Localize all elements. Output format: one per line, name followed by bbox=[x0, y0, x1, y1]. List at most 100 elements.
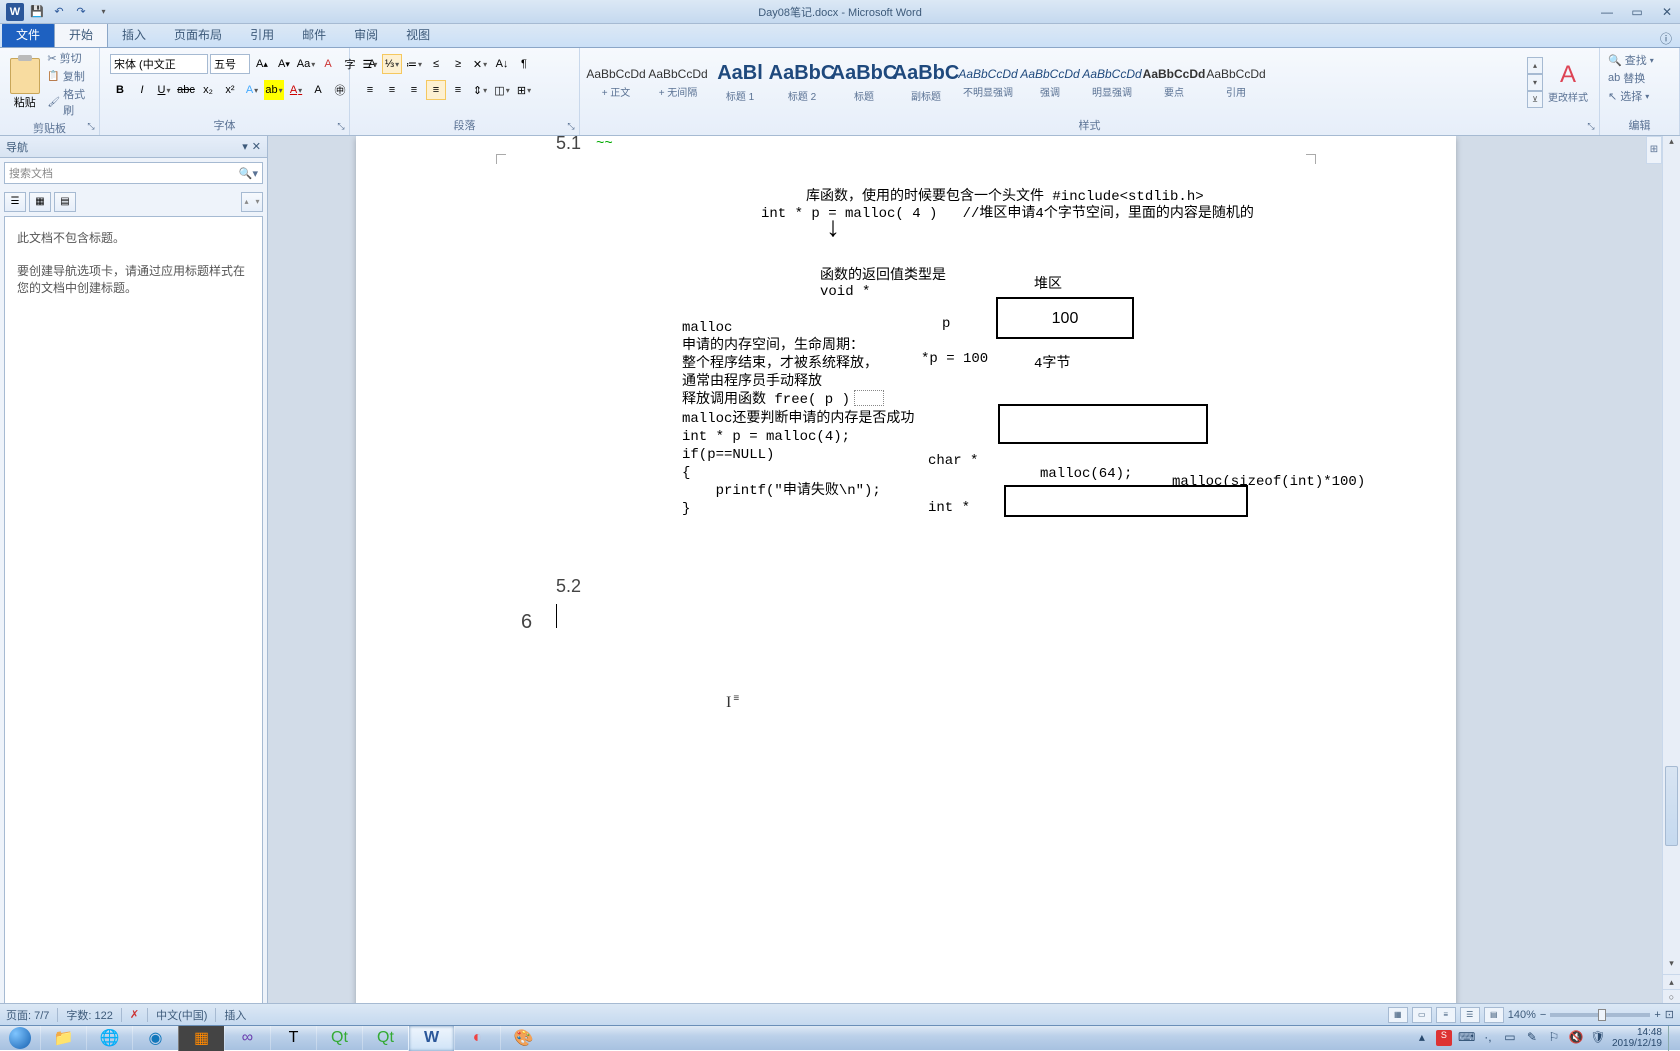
style-item[interactable]: AaBbCcDd引用 bbox=[1206, 56, 1266, 110]
bold-button[interactable]: B bbox=[110, 80, 130, 100]
align-center-button[interactable]: ≡ bbox=[382, 80, 402, 100]
italic-button[interactable]: I bbox=[132, 80, 152, 100]
shrink-font-button[interactable]: A▾ bbox=[274, 54, 294, 74]
asian-layout-button[interactable]: ✕ bbox=[470, 54, 490, 74]
maximize-button[interactable]: ▭ bbox=[1628, 5, 1646, 19]
bullets-button[interactable]: ☰ bbox=[360, 54, 380, 74]
taskbar-word[interactable]: W bbox=[408, 1026, 454, 1051]
ruler-toggle[interactable]: ⊞ bbox=[1646, 136, 1662, 164]
cut-button[interactable]: 剪切 bbox=[47, 50, 93, 66]
taskbar-qt1[interactable]: Qt bbox=[316, 1026, 362, 1051]
style-item[interactable]: AaBbCcDd强调 bbox=[1020, 56, 1080, 110]
style-item[interactable]: AaBbCcDd+ 正文 bbox=[586, 56, 646, 110]
font-launcher[interactable]: ⤡ bbox=[335, 121, 347, 133]
nav-search-input[interactable]: 搜索文档 🔍▾ bbox=[4, 162, 263, 184]
zoom-slider[interactable] bbox=[1550, 1013, 1650, 1017]
tab-home[interactable]: 开始 bbox=[54, 21, 108, 47]
character-shading-button[interactable]: A bbox=[308, 80, 328, 100]
fullscreen-reading-view[interactable]: ▭ bbox=[1412, 1007, 1432, 1023]
tray-volume-icon[interactable]: 🛡 bbox=[1590, 1030, 1606, 1046]
nav-prev[interactable]: ▴ bbox=[242, 193, 251, 211]
status-page[interactable]: 页面: 7/7 bbox=[6, 1007, 49, 1023]
nav-tab-results[interactable]: ▤ bbox=[54, 192, 76, 212]
nav-close-button[interactable]: ✕ bbox=[252, 140, 261, 153]
tab-view[interactable]: 视图 bbox=[392, 22, 444, 47]
zoom-level[interactable]: 140% bbox=[1508, 1009, 1536, 1021]
status-words[interactable]: 字数: 122 bbox=[66, 1007, 112, 1023]
distribute-button[interactable]: ≡ bbox=[448, 80, 468, 100]
nav-dropdown[interactable]: ▾ bbox=[242, 140, 248, 153]
line-spacing-button[interactable]: ⇕ bbox=[470, 80, 490, 100]
web-layout-view[interactable]: ≡ bbox=[1436, 1007, 1456, 1023]
font-size-select[interactable]: 五号 bbox=[210, 54, 250, 74]
style-item[interactable]: AaBbC副标题 bbox=[896, 56, 956, 110]
grow-font-button[interactable]: A▴ bbox=[252, 54, 272, 74]
shading-button[interactable]: ◫ bbox=[492, 80, 512, 100]
copy-button[interactable]: 复制 bbox=[47, 68, 93, 84]
styles-launcher[interactable]: ⤡ bbox=[1585, 121, 1597, 133]
style-item[interactable]: AaBbCcDd明显强调 bbox=[1082, 56, 1142, 110]
taskbar-chrome[interactable]: 🌐 bbox=[86, 1026, 132, 1051]
tab-mailings[interactable]: 邮件 bbox=[288, 22, 340, 47]
selection-handle[interactable] bbox=[854, 390, 884, 406]
taskbar-visualstudio[interactable]: ∞ bbox=[224, 1026, 270, 1051]
clipboard-launcher[interactable]: ⤡ bbox=[85, 121, 97, 133]
show-marks-button[interactable]: ¶ bbox=[514, 54, 534, 74]
start-button[interactable] bbox=[0, 1026, 40, 1051]
taskbar-explorer[interactable]: 📁 bbox=[40, 1026, 86, 1051]
clear-formatting-button[interactable]: A bbox=[318, 54, 338, 74]
nav-tab-headings[interactable]: ☰ bbox=[4, 192, 26, 212]
justify-button[interactable]: ≡ bbox=[426, 80, 446, 100]
format-painter-button[interactable]: 格式刷 bbox=[47, 86, 93, 118]
style-item[interactable]: AaBbC标题 bbox=[834, 56, 894, 110]
numbering-button[interactable]: ⅓ bbox=[382, 54, 402, 74]
sort-button[interactable]: A↓ bbox=[492, 54, 512, 74]
styles-scroll[interactable]: ▴▾⊻ bbox=[1527, 57, 1543, 108]
tab-page-layout[interactable]: 页面布局 bbox=[160, 22, 236, 47]
help-icon[interactable]: ⓘ bbox=[1660, 30, 1672, 47]
tray-flag-icon[interactable]: ⚐ bbox=[1546, 1030, 1562, 1046]
taskbar-app2[interactable]: ◐ bbox=[454, 1026, 500, 1051]
status-language[interactable]: 中文(中国) bbox=[156, 1007, 207, 1023]
subscript-button[interactable]: x₂ bbox=[198, 80, 218, 100]
find-button[interactable]: 🔍查找▾ bbox=[1608, 52, 1654, 68]
font-color-button[interactable]: A bbox=[286, 80, 306, 100]
select-button[interactable]: ↖选择▾ bbox=[1608, 88, 1649, 104]
style-item[interactable]: AaBl标题 1 bbox=[710, 56, 770, 110]
multilevel-list-button[interactable]: ≔ bbox=[404, 54, 424, 74]
redo-button[interactable]: ↷ bbox=[72, 3, 90, 21]
underline-button[interactable]: U bbox=[154, 80, 174, 100]
tab-file[interactable]: 文件 bbox=[2, 22, 54, 47]
browse-object-button[interactable]: ○ bbox=[1663, 989, 1680, 1004]
strikethrough-button[interactable]: abc bbox=[176, 80, 196, 100]
tray-ime-icon[interactable]: S bbox=[1436, 1030, 1452, 1046]
outline-view[interactable]: ☰ bbox=[1460, 1007, 1480, 1023]
status-insert-mode[interactable]: 插入 bbox=[224, 1007, 246, 1023]
font-family-select[interactable]: 宋体 (中文正 bbox=[110, 54, 208, 74]
enclose-characters-button[interactable]: ㊥ bbox=[330, 80, 350, 100]
qat-customize[interactable] bbox=[94, 3, 112, 21]
draft-view[interactable]: ▤ bbox=[1484, 1007, 1504, 1023]
tray-punct-icon[interactable]: ·, bbox=[1480, 1030, 1496, 1046]
change-styles-button[interactable]: A 更改样式 bbox=[1543, 61, 1593, 104]
superscript-button[interactable]: x² bbox=[220, 80, 240, 100]
style-item[interactable]: AaBbCcDd不明显强调 bbox=[958, 56, 1018, 110]
highlight-button[interactable]: ab bbox=[264, 80, 284, 100]
save-button[interactable]: 💾 bbox=[28, 3, 46, 21]
scroll-thumb[interactable] bbox=[1665, 766, 1678, 846]
document-page[interactable]: 5.1 ~~ 库函数，使用的时候要包含一个头文件 #include<stdlib… bbox=[356, 136, 1456, 1022]
align-left-button[interactable]: ≡ bbox=[360, 80, 380, 100]
zoom-fit-button[interactable]: ⊡ bbox=[1665, 1008, 1674, 1021]
zoom-out-button[interactable]: − bbox=[1540, 1009, 1546, 1021]
minimize-button[interactable]: — bbox=[1598, 5, 1616, 19]
scroll-up-arrow[interactable]: ▴ bbox=[1663, 136, 1680, 152]
borders-button[interactable]: ⊞ bbox=[514, 80, 534, 100]
document-area[interactable]: ⊞ 5.1 ~~ 库函数，使用的时候要包含一个头文件 #include<stdl… bbox=[268, 136, 1680, 1022]
paste-button[interactable]: 粘贴 bbox=[6, 58, 43, 110]
style-item[interactable]: AaBbCcDd+ 无间隔 bbox=[648, 56, 708, 110]
tab-review[interactable]: 审阅 bbox=[340, 22, 392, 47]
change-case-button[interactable]: Aa bbox=[296, 54, 316, 74]
taskbar-qt2[interactable]: Qt bbox=[362, 1026, 408, 1051]
increase-indent-button[interactable]: ≥ bbox=[448, 54, 468, 74]
scroll-down-arrow[interactable]: ▾ bbox=[1663, 958, 1680, 974]
